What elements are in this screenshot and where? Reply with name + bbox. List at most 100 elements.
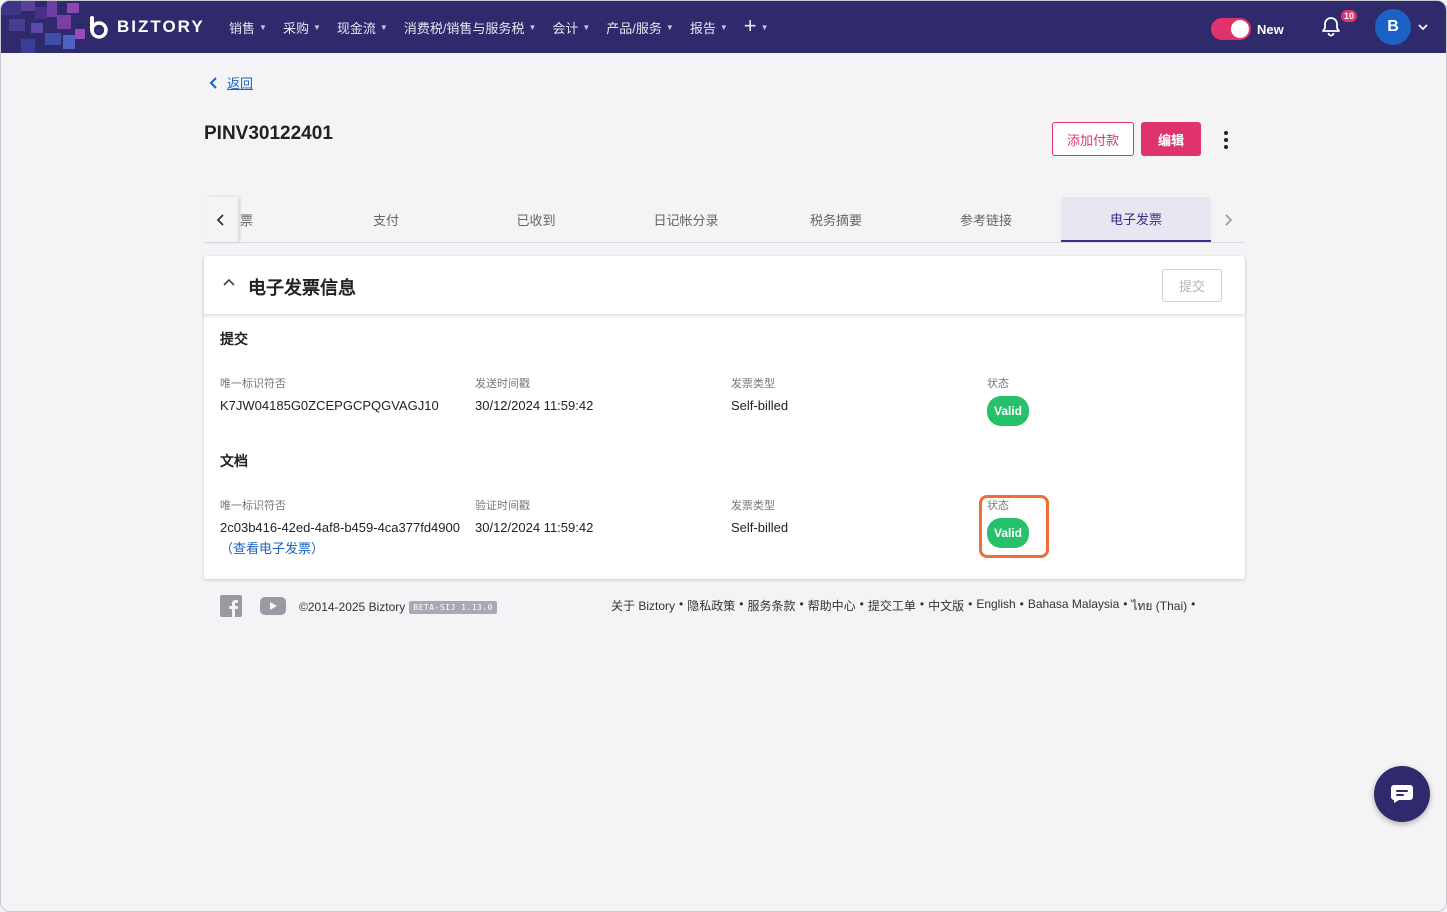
field-label: 唯一标识符否 <box>220 500 286 512</box>
document-heading: 文档 <box>220 453 248 469</box>
nav-label: 报告 <box>689 20 716 36</box>
chevron-down-icon: ▼ <box>312 22 321 32</box>
nav-item-accounting[interactable]: 会计 ▼ <box>552 18 590 37</box>
chevron-down-icon: ▼ <box>760 22 769 32</box>
submission-uid-field: 唯一标识符否 K7JW04185G0ZCEPGCPQGVAGJ10 <box>220 375 439 413</box>
chevron-right-icon <box>1225 213 1233 226</box>
chevron-down-icon: ▼ <box>259 22 267 32</box>
tab-received[interactable]: 已收到 <box>461 197 611 242</box>
nav-item-tax[interactable]: 消费税/销售与服务税 ▼ <box>404 18 537 37</box>
submission-heading: 提交 <box>220 331 248 347</box>
nav-item-sales[interactable]: 销售 ▼ <box>229 18 267 37</box>
chevron-down-icon: ▼ <box>719 22 728 32</box>
nav-label: 消费税/销售与服务税 <box>403 20 525 36</box>
einvoice-card: 电子发票信息 提交 提交 唯一标识符否 K7JW04185G0ZCEPGCPQG… <box>204 256 1245 579</box>
app-window: BIZTORY 销售 ▼ 采购 ▼ 现金流 ▼ 消费税/销售与服务税 ▼ 会计 ▼ 产品/… <box>0 0 1447 912</box>
field-value: Self-billed <box>731 398 789 413</box>
submission-type-field: 发票类型 Self-billed <box>731 375 788 413</box>
new-ui-toggle[interactable]: New <box>1211 18 1284 40</box>
chevron-down-icon: ▼ <box>582 22 591 32</box>
tab-bar: 票 支付 已收到 日记帐分录 税务摘要 参考链接 电子发票 <box>204 197 1245 243</box>
add-payment-button[interactable]: 添加付款 <box>1052 122 1134 156</box>
footer-link-chinese[interactable]: 中文版 <box>928 597 964 616</box>
submission-status-field: 状态 Valid <box>987 375 1029 426</box>
copyright: ©2014-2025 Biztory BETA-SIJ 1.13.0 <box>299 600 497 614</box>
footer-link-ticket[interactable]: 提交工单 <box>868 597 916 616</box>
brand-name: BIZTORY <box>117 17 205 36</box>
footer-link-thai[interactable]: ไทย (Thai) <box>1131 597 1187 616</box>
footer-link-help[interactable]: 帮助中心 <box>808 597 856 616</box>
nav-item-add[interactable]: + ▼ <box>743 13 769 38</box>
footer-link-privacy[interactable]: 隐私政策 <box>687 597 735 616</box>
footer-link-malay[interactable]: Bahasa Malaysia <box>1028 597 1119 616</box>
field-label: 发票类型 <box>731 500 775 512</box>
main-menu: 销售 ▼ 采购 ▼ 现金流 ▼ 消费税/销售与服务税 ▼ 会计 ▼ 产品/服务 ▼ 报告 ▼ … <box>229 1 785 53</box>
nav-item-cashflow[interactable]: 现金流 ▼ <box>337 18 388 37</box>
field-value: Self-billed <box>731 520 789 535</box>
chevron-down-icon: ▼ <box>665 22 674 32</box>
edit-button[interactable]: 编辑 <box>1141 122 1201 156</box>
top-nav: BIZTORY 销售 ▼ 采购 ▼ 现金流 ▼ 消费税/销售与服务税 ▼ 会计 ▼ 产品/… <box>1 1 1446 53</box>
nav-item-products[interactable]: 产品/服务 ▼ <box>606 18 674 37</box>
separator: • <box>1191 597 1196 611</box>
field-label: 发送时间戳 <box>475 378 530 390</box>
footer-link-english[interactable]: English <box>976 597 1015 616</box>
brand-logo[interactable]: BIZTORY <box>87 15 205 39</box>
tab-reference-links[interactable]: 参考链接 <box>911 197 1061 242</box>
more-vertical-icon[interactable] <box>1217 129 1235 151</box>
page-title: PINV30122401 <box>204 123 333 144</box>
tab-tax-summary[interactable]: 税务摘要 <box>761 197 911 242</box>
avatar[interactable]: B <box>1375 9 1411 45</box>
footer-link-terms[interactable]: 服务条款 <box>747 597 795 616</box>
tab-scroll-right[interactable] <box>1211 197 1245 242</box>
chevron-up-icon[interactable] <box>222 276 236 290</box>
back-label: 返回 <box>227 76 254 91</box>
separator: • <box>968 597 973 611</box>
chevron-down-icon: ▼ <box>379 22 388 32</box>
version-badge: BETA-SIJ 1.13.0 <box>409 600 497 614</box>
document-uid-field: 唯一标识符否 2c03b416-42ed-4af8-b459-4ca377fd4… <box>220 497 460 557</box>
tab-journal[interactable]: 日记帐分录 <box>611 197 761 242</box>
document-time-field: 验证时间戳 30/12/2024 11:59:42 <box>475 497 593 535</box>
card-title: 电子发票信息 <box>248 278 356 298</box>
copyright-text: ©2014-2025 Biztory <box>299 600 406 614</box>
field-label: 发票类型 <box>731 378 775 390</box>
biztory-logo-icon <box>90 16 108 39</box>
toggle-label: New <box>1257 21 1284 37</box>
tab-scroll-left[interactable] <box>204 197 238 242</box>
document-type-field: 发票类型 Self-billed <box>731 497 788 535</box>
separator: • <box>679 597 684 611</box>
separator: • <box>859 597 864 611</box>
back-link[interactable]: 返回 <box>209 73 253 92</box>
chevron-down-icon[interactable] <box>1416 20 1430 34</box>
tab-payments[interactable]: 支付 <box>311 197 461 242</box>
submit-button[interactable]: 提交 <box>1162 269 1222 302</box>
chevron-left-icon <box>209 76 217 89</box>
status-highlight-box <box>979 495 1049 558</box>
separator: • <box>1019 597 1024 611</box>
bell-icon[interactable] <box>1319 15 1343 39</box>
nav-item-reports[interactable]: 报告 ▼ <box>690 18 728 37</box>
chat-button[interactable] <box>1374 766 1430 822</box>
facebook-icon[interactable] <box>220 595 242 617</box>
field-value: 30/12/2024 11:59:42 <box>475 398 594 413</box>
separator: • <box>1123 597 1128 611</box>
chevron-down-icon: ▼ <box>528 22 537 32</box>
tab-einvoice[interactable]: 电子发票 <box>1061 197 1211 242</box>
card-header: 电子发票信息 提交 <box>204 256 1245 315</box>
submission-time-field: 发送时间戳 30/12/2024 11:59:42 <box>475 375 593 413</box>
view-einvoice-link[interactable]: （查看电子发票） <box>220 538 460 557</box>
youtube-icon[interactable] <box>260 596 286 616</box>
tab-partial[interactable]: 票 <box>240 197 254 242</box>
toggle-switch[interactable] <box>1211 18 1251 40</box>
separator: • <box>739 597 744 611</box>
nav-label: 销售 <box>229 20 256 36</box>
nav-item-purchases[interactable]: 采购 ▼ <box>283 18 321 37</box>
social-links <box>220 595 286 617</box>
status-badge: Valid <box>987 396 1029 426</box>
footer-link-about[interactable]: 关于 Biztory <box>611 597 675 616</box>
field-label: 状态 <box>987 378 1009 390</box>
chevron-left-icon <box>216 213 224 226</box>
plus-icon: + <box>743 13 757 38</box>
field-value: K7JW04185G0ZCEPGCPQGVAGJ10 <box>220 398 439 413</box>
